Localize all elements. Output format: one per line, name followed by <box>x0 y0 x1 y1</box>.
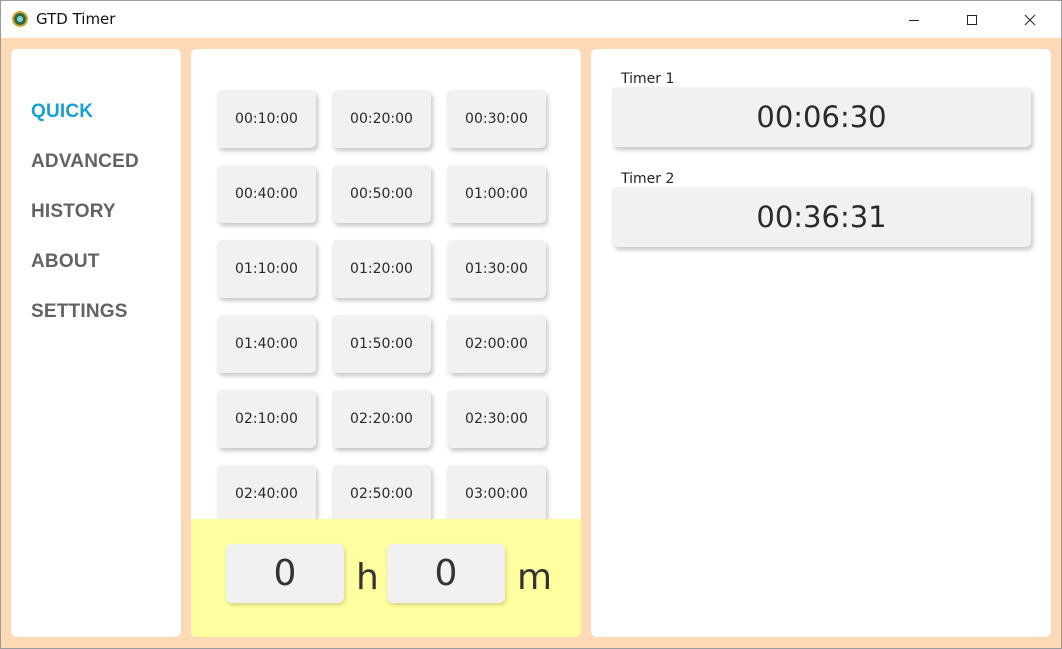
nav-item-quick[interactable]: QUICK <box>31 101 93 123</box>
preset-button[interactable]: 02:10:00 <box>217 390 316 448</box>
window-title: GTD Timer <box>36 10 116 28</box>
preset-button[interactable]: 01:40:00 <box>217 315 316 373</box>
maximize-button[interactable] <box>949 1 995 38</box>
hours-input[interactable]: 0 <box>226 544 344 603</box>
preset-button[interactable]: 02:20:00 <box>332 390 431 448</box>
preset-button[interactable]: 02:40:00 <box>217 465 316 523</box>
minimize-icon <box>909 19 919 21</box>
alarm-clock-icon <box>12 11 28 27</box>
preset-button[interactable]: 01:00:00 <box>447 165 546 223</box>
nav-item-history[interactable]: HISTORY <box>31 201 116 223</box>
timer-2-display[interactable]: 00:36:31 <box>612 187 1031 247</box>
title-bar[interactable]: GTD Timer <box>1 1 1061 38</box>
minutes-input[interactable]: 0 <box>387 544 505 603</box>
sidebar: QUICK ADVANCED HISTORY ABOUT SETTINGS <box>11 49 181 637</box>
preset-button[interactable]: 02:00:00 <box>447 315 546 373</box>
app-window: GTD Timer QUICK ADVANCED HISTORY ABOUT S… <box>0 0 1062 649</box>
preset-button[interactable]: 01:50:00 <box>332 315 431 373</box>
preset-button[interactable]: 03:00:00 <box>447 465 546 523</box>
preset-button[interactable]: 01:10:00 <box>217 240 316 298</box>
custom-time-input-area: 0 h 0 m <box>191 519 581 637</box>
preset-button[interactable]: 02:50:00 <box>332 465 431 523</box>
timer-2-label: Timer 2 <box>621 171 675 187</box>
quick-panel: 00:10:00 00:20:00 00:30:00 00:40:00 00:5… <box>191 49 581 637</box>
minimize-button[interactable] <box>891 1 937 38</box>
minutes-unit-label: m <box>517 557 553 598</box>
preset-button[interactable]: 01:20:00 <box>332 240 431 298</box>
close-icon <box>1024 14 1036 25</box>
timer-1-label: Timer 1 <box>621 71 675 87</box>
maximize-icon <box>967 14 977 25</box>
preset-button[interactable]: 00:30:00 <box>447 90 546 148</box>
preset-button[interactable]: 01:30:00 <box>447 240 546 298</box>
nav-item-about[interactable]: ABOUT <box>31 251 100 273</box>
nav-item-advanced[interactable]: ADVANCED <box>31 151 139 173</box>
preset-button[interactable]: 00:40:00 <box>217 165 316 223</box>
hours-unit-label: h <box>356 557 379 598</box>
close-button[interactable] <box>1007 1 1053 38</box>
nav-item-settings[interactable]: SETTINGS <box>31 301 128 323</box>
preset-button[interactable]: 02:30:00 <box>447 390 546 448</box>
timers-panel: Timer 1 00:06:30 Timer 2 00:36:31 <box>591 49 1051 637</box>
preset-button[interactable]: 00:10:00 <box>217 90 316 148</box>
preset-button[interactable]: 00:20:00 <box>332 90 431 148</box>
timer-1-display[interactable]: 00:06:30 <box>612 87 1031 147</box>
preset-button[interactable]: 00:50:00 <box>332 165 431 223</box>
